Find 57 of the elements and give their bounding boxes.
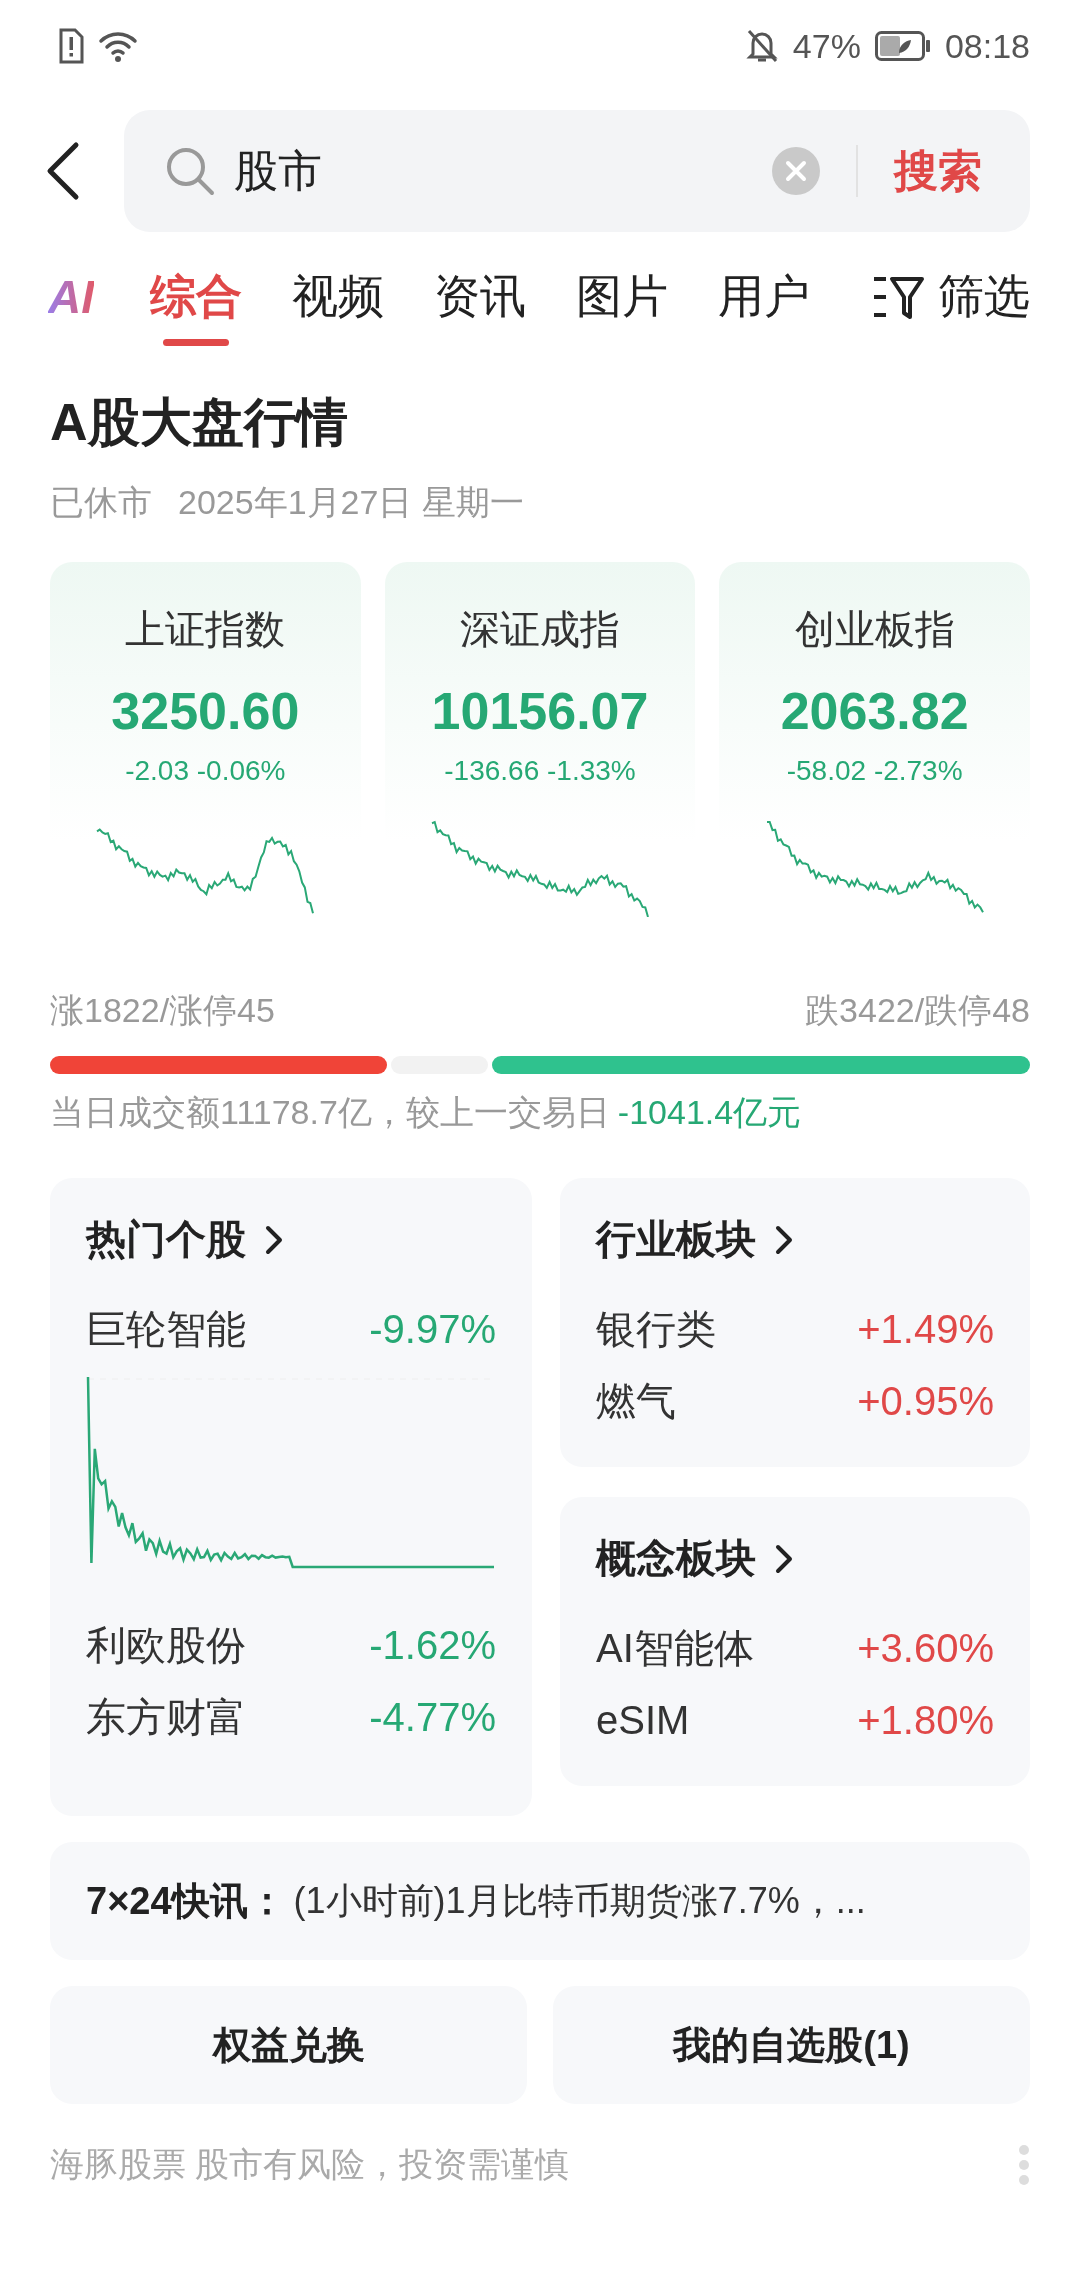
stock-name: 银行类 [596,1306,716,1353]
section-link[interactable]: 概念板块 [596,1531,794,1586]
list-row[interactable]: AI智能体 +3.60% [596,1612,994,1684]
index-value: 2063.82 [780,681,969,741]
index-value: 10156.07 [431,681,649,741]
stock-name: AI智能体 [596,1625,754,1672]
news-ticker[interactable]: 7×24快讯： (1小时前)1月比特币期货涨7.7%，... [50,1842,1030,1960]
search-button[interactable]: 搜索 [894,141,982,201]
list-row[interactable]: eSIM +1.80% [596,1684,994,1756]
disclaimer-text: 海豚股票 股市有风险，投资需谨慎 [50,2144,570,2185]
list-row[interactable]: 银行类 +1.49% [596,1293,994,1365]
index-name: 创业板指 [794,606,955,653]
search-field[interactable]: 股市 搜索 [124,110,1030,232]
index-change: -136.66 -1.33% [444,755,636,787]
stock-name: 利欧股份 [86,1622,246,1669]
rise-count: 涨1822/涨停45 [50,990,275,1031]
change-percent: -4.77% [369,1694,496,1741]
list-row[interactable]: 利欧股份 -1.62% [86,1609,496,1681]
battery-percent: 47% [792,26,861,66]
change-percent: -1.62% [369,1622,496,1669]
market-date: 2025年1月27日 星期一 [178,482,524,523]
clock-time: 08:18 [944,26,1030,66]
fall-count: 跌3422/跌停48 [805,990,1030,1031]
section-link[interactable]: 热门个股 [86,1212,496,1267]
change-percent: +0.95% [857,1378,994,1425]
tab[interactable]: 用户 [718,258,810,346]
change-percent: +1.80% [857,1697,994,1744]
index-name: 上证指数 [125,606,286,653]
index-change: -2.03 -0.06% [125,755,286,787]
section-link[interactable]: 行业板块 [596,1212,794,1267]
turnover-text: 当日成交额11178.7亿，较上一交易日 [50,1092,610,1133]
stock-name: 燃气 [596,1378,676,1425]
list-row[interactable]: 东方财富 -4.77% [86,1681,496,1753]
action-button[interactable]: 权益兑换 [50,1986,527,2104]
tab[interactable]: 图片 [576,258,668,346]
index-change: -58.02 -2.73% [786,755,963,787]
turnover-change: -1041.4亿元 [617,1092,802,1133]
index-name: 深证成指 [460,606,620,653]
action-button[interactable]: 我的自选股(1) [553,1986,1030,2104]
news-label: 7×24快讯： [86,1878,286,1924]
index-value: 3250.60 [111,681,300,741]
tab[interactable]: 视频 [292,258,384,346]
stock-name: 巨轮智能 [86,1306,246,1353]
list-row[interactable]: 巨轮智能 -9.97% [86,1293,496,1365]
section-title: A股大盘行情 [50,392,349,453]
list-row[interactable]: 燃气 +0.95% [596,1365,994,1437]
change-percent: +3.60% [857,1625,994,1672]
tab[interactable]: 综合 [150,258,242,346]
tab[interactable]: 资讯 [434,258,526,346]
news-text: (1小时前)1月比特币期货涨7.7%，... [293,1878,866,1923]
market-status: 已休市 [50,482,152,523]
change-percent: +1.49% [857,1306,994,1353]
stock-name: eSIM [596,1697,690,1744]
change-percent: -9.97% [369,1306,496,1353]
filter-button[interactable]: 筛选 [872,258,1030,346]
search-text: 股市 [234,144,323,197]
stock-name: 东方财富 [86,1694,246,1741]
